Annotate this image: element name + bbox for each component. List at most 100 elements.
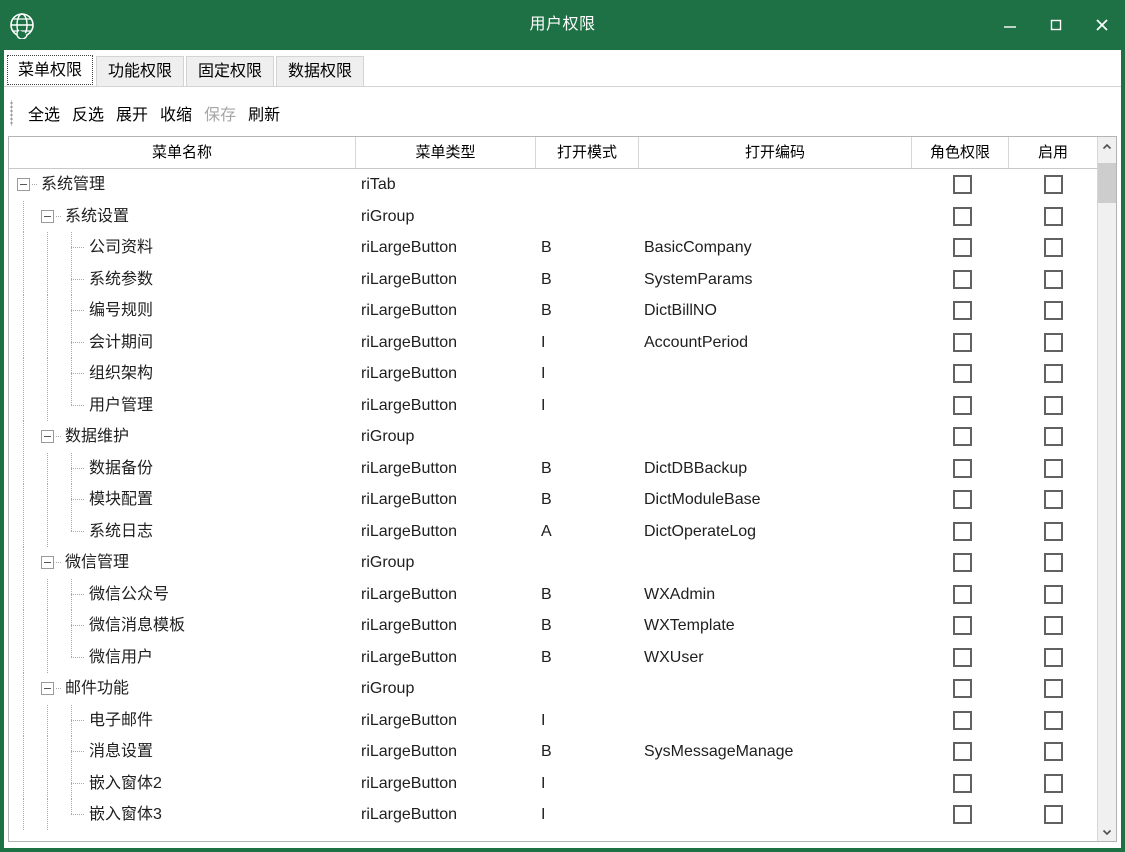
table-row[interactable]: 模块配置 riLargeButton B DictModuleBase [9, 484, 1116, 516]
menu-type-label: riLargeButton [361, 743, 458, 760]
toolbar-button-1[interactable]: 全选 [22, 99, 66, 127]
open-mode-label [536, 169, 639, 201]
enable-checkbox[interactable] [1044, 206, 1063, 226]
role-permission-checkbox[interactable] [953, 521, 972, 541]
chevron-up-icon[interactable] [1098, 137, 1116, 156]
enable-checkbox[interactable] [1044, 269, 1063, 289]
table-row[interactable]: 数据维护 riGroup [9, 421, 1116, 453]
tree-line [47, 452, 48, 484]
role-permission-checkbox[interactable] [953, 679, 972, 698]
cell-name: 公司资料 [9, 232, 356, 264]
role-permission-checkbox[interactable] [953, 773, 972, 793]
table-row[interactable]: 嵌入窗体2 riLargeButton I [9, 767, 1116, 799]
chevron-down-icon[interactable] [1098, 822, 1116, 841]
enable-checkbox[interactable] [1044, 647, 1063, 667]
role-permission-checkbox[interactable] [953, 269, 972, 289]
table-row[interactable]: 电子邮件 riLargeButton I [9, 704, 1116, 736]
enable-checkbox[interactable] [1044, 773, 1063, 793]
scrollbar-track[interactable] [1098, 156, 1116, 822]
close-button[interactable] [1079, 0, 1125, 50]
tree-expander-toggle[interactable] [41, 430, 54, 443]
enable-checkbox[interactable] [1044, 490, 1063, 509]
enable-checkbox[interactable] [1044, 395, 1063, 415]
enable-checkbox[interactable] [1044, 301, 1063, 320]
table-row[interactable]: 系统设置 riGroup [9, 200, 1116, 232]
table-row[interactable]: 系统管理 riTab [9, 169, 1116, 201]
enable-checkbox[interactable] [1044, 427, 1063, 446]
table-row[interactable]: 微信公众号 riLargeButton B WXAdmin [9, 578, 1116, 610]
toolbar-grip[interactable] [8, 100, 16, 126]
cell-enable [1009, 169, 1098, 201]
role-permission-checkbox[interactable] [953, 301, 972, 320]
enable-checkbox[interactable] [1044, 332, 1063, 352]
table-row[interactable]: 微信管理 riGroup [9, 547, 1116, 579]
enable-checkbox[interactable] [1044, 710, 1063, 730]
role-permission-checkbox[interactable] [953, 427, 972, 446]
enable-checkbox[interactable] [1044, 458, 1063, 478]
tree-expander-toggle[interactable] [17, 178, 30, 191]
table-row[interactable]: 邮件功能 riGroup [9, 673, 1116, 705]
table-row[interactable]: 系统参数 riLargeButton B SystemParams [9, 263, 1116, 295]
role-permission-checkbox[interactable] [953, 710, 972, 730]
table-row[interactable]: 消息设置 riLargeButton B SysMessageManage [9, 736, 1116, 768]
toolbar-button-2[interactable]: 反选 [66, 99, 110, 127]
tree-line [23, 421, 24, 453]
role-permission-checkbox[interactable] [953, 616, 972, 635]
scrollbar-thumb[interactable] [1098, 162, 1116, 203]
enable-checkbox[interactable] [1044, 175, 1063, 194]
toolbar-button-6[interactable]: 刷新 [242, 99, 286, 127]
tab-3[interactable]: 固定权限 [186, 56, 275, 86]
tree-expander-toggle[interactable] [41, 682, 54, 695]
enable-checkbox[interactable] [1044, 616, 1063, 635]
role-permission-checkbox[interactable] [953, 175, 972, 194]
tab-4[interactable]: 数据权限 [276, 56, 365, 86]
table-row[interactable]: 公司资料 riLargeButton B BasicCompany [9, 232, 1116, 264]
tab-2[interactable]: 功能权限 [96, 56, 185, 86]
enable-checkbox[interactable] [1044, 521, 1063, 541]
maximize-button[interactable] [1033, 0, 1079, 50]
role-permission-checkbox[interactable] [953, 238, 972, 257]
table-row[interactable]: 用户管理 riLargeButton I [9, 389, 1116, 421]
role-permission-checkbox[interactable] [953, 553, 972, 572]
table-row[interactable]: 微信用户 riLargeButton B WXUser [9, 641, 1116, 673]
table-row[interactable]: 会计期间 riLargeButton I AccountPeriod [9, 326, 1116, 358]
role-permission-checkbox[interactable] [953, 490, 972, 509]
toolbar-button-3[interactable]: 展开 [110, 99, 154, 127]
minimize-button[interactable] [987, 0, 1033, 50]
table-row[interactable]: 微信消息模板 riLargeButton B WXTemplate [9, 610, 1116, 642]
column-header-role[interactable]: 角色权限 [912, 137, 1009, 168]
column-header-type[interactable]: 菜单类型 [356, 137, 536, 168]
enable-checkbox[interactable] [1044, 553, 1063, 572]
open-code-label: AccountPeriod [644, 333, 749, 351]
cell-name: 模块配置 [9, 484, 356, 516]
tree-expander-toggle[interactable] [41, 556, 54, 569]
tab-1[interactable]: 菜单权限 [6, 54, 95, 86]
column-header-name[interactable]: 菜单名称 [9, 137, 356, 168]
enable-checkbox[interactable] [1044, 742, 1063, 761]
table-row[interactable]: 组织架构 riLargeButton I [9, 358, 1116, 390]
role-permission-checkbox[interactable] [953, 332, 972, 352]
vertical-scrollbar[interactable] [1097, 137, 1116, 841]
enable-checkbox[interactable] [1044, 238, 1063, 257]
tree-expander-toggle[interactable] [41, 209, 54, 223]
enable-checkbox[interactable] [1044, 679, 1063, 698]
column-header-enable[interactable]: 启用 [1009, 137, 1097, 168]
enable-checkbox[interactable] [1044, 805, 1063, 824]
role-permission-checkbox[interactable] [953, 206, 972, 226]
role-permission-checkbox[interactable] [953, 805, 972, 824]
role-permission-checkbox[interactable] [953, 584, 972, 604]
table-row[interactable]: 系统日志 riLargeButton A DictOperateLog [9, 515, 1116, 547]
table-row[interactable]: 数据备份 riLargeButton B DictDBBackup [9, 452, 1116, 484]
role-permission-checkbox[interactable] [953, 647, 972, 667]
enable-checkbox[interactable] [1044, 364, 1063, 383]
role-permission-checkbox[interactable] [953, 395, 972, 415]
enable-checkbox[interactable] [1044, 584, 1063, 604]
column-header-mode[interactable]: 打开模式 [536, 137, 639, 168]
table-row[interactable]: 编号规则 riLargeButton B DictBillNO [9, 295, 1116, 327]
table-row[interactable]: 嵌入窗体3 riLargeButton I [9, 799, 1116, 831]
role-permission-checkbox[interactable] [953, 458, 972, 478]
column-header-code[interactable]: 打开编码 [639, 137, 912, 168]
toolbar-button-4[interactable]: 收缩 [154, 99, 198, 127]
role-permission-checkbox[interactable] [953, 742, 972, 761]
role-permission-checkbox[interactable] [953, 364, 972, 383]
